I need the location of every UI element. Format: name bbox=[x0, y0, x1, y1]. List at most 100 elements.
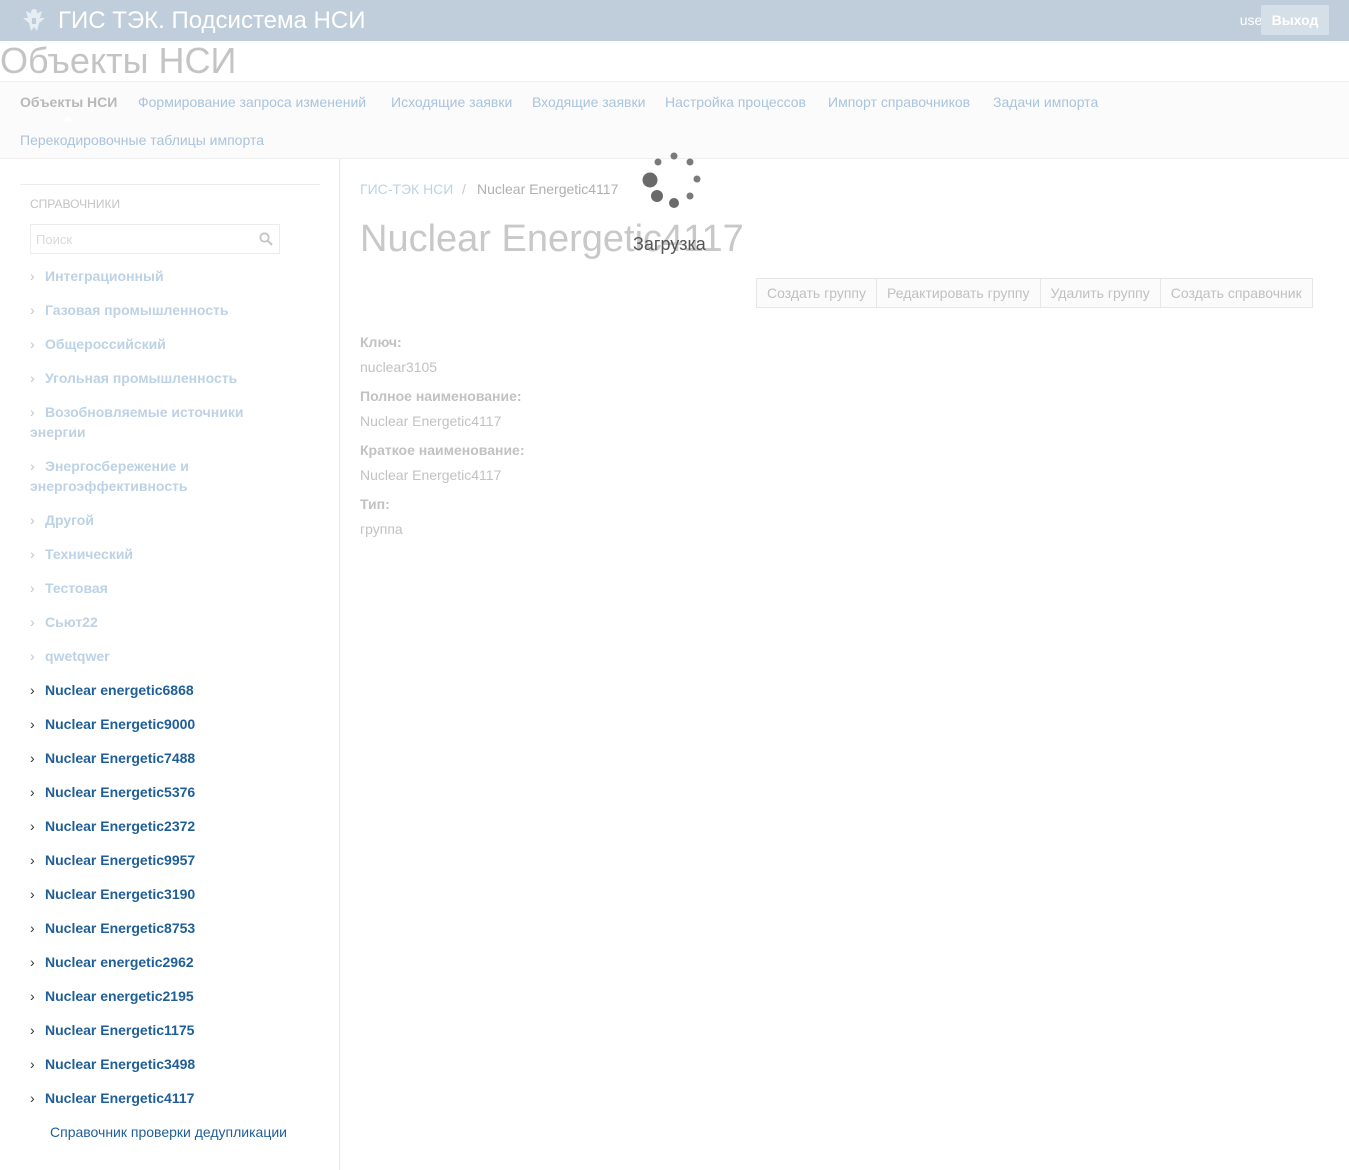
chevron-right-icon: › bbox=[30, 954, 35, 970]
chevron-right-icon: › bbox=[30, 546, 35, 562]
chevron-right-icon: › bbox=[30, 580, 35, 596]
tree-item-label: Общероссийский bbox=[45, 336, 166, 352]
tree-item[interactable]: › Nuclear energetic2962 bbox=[30, 952, 310, 972]
breadcrumb-current: Nuclear Energetic4117 bbox=[477, 181, 619, 197]
tree-item[interactable]: › Тестовая bbox=[30, 578, 310, 598]
nav-objects[interactable]: Объекты НСИ bbox=[20, 94, 117, 110]
tree-item-label: Nuclear Energetic3498 bbox=[45, 1056, 196, 1072]
chevron-right-icon: › bbox=[30, 818, 35, 834]
tree-item[interactable]: › Nuclear Energetic8753 bbox=[30, 918, 310, 938]
tree-item-label: Сьют22 bbox=[45, 614, 98, 630]
tree-item[interactable]: › Nuclear Energetic1175 bbox=[30, 1020, 310, 1040]
chevron-right-icon: › bbox=[30, 458, 35, 474]
chevron-right-icon: › bbox=[30, 784, 35, 800]
nav-import-dictionaries[interactable]: Импорт справочников bbox=[828, 94, 970, 110]
breadcrumb-separator: / bbox=[462, 181, 466, 197]
chevron-right-icon: › bbox=[30, 268, 35, 284]
search-box bbox=[30, 224, 280, 254]
app-title: ГИС ТЭК. Подсистема НСИ bbox=[58, 7, 366, 34]
spinner-icon bbox=[642, 152, 701, 208]
field-label-short-name: Краткое наименование: bbox=[360, 442, 525, 458]
tree-item[interactable]: › Nuclear energetic2195 bbox=[30, 986, 310, 1006]
field-label-full-name: Полное наименование: bbox=[360, 388, 522, 404]
chevron-right-icon: › bbox=[30, 302, 35, 318]
tree-item[interactable]: › Энергосбережение и энергоэффективность bbox=[30, 456, 230, 496]
tree-item[interactable]: › Сьют22 bbox=[30, 612, 310, 632]
nav-outgoing[interactable]: Исходящие заявки bbox=[391, 94, 512, 110]
field-value-type: группа bbox=[360, 521, 403, 537]
nav-change-request[interactable]: Формирование запроса изменений bbox=[138, 94, 366, 110]
tree-item[interactable]: › qwetqwer bbox=[30, 646, 310, 666]
chevron-right-icon: › bbox=[30, 1022, 35, 1038]
tree-item-label: Nuclear energetic6868 bbox=[45, 682, 194, 698]
sidebar-heading: СПРАВОЧНИКИ bbox=[30, 197, 121, 211]
chevron-right-icon: › bbox=[30, 370, 35, 386]
loading-text: Загрузка bbox=[633, 234, 706, 254]
tree-item[interactable]: › Общероссийский bbox=[30, 334, 310, 354]
chevron-right-icon: › bbox=[30, 716, 35, 732]
page-title: Объекты НСИ bbox=[0, 40, 237, 81]
tree-item-label: qwetqwer bbox=[45, 648, 110, 664]
main-nav: Объекты НСИ Формирование запроса изменен… bbox=[0, 81, 1349, 159]
tree-item-label: Nuclear Energetic7488 bbox=[45, 750, 196, 766]
tree-item[interactable]: › Газовая промышленность bbox=[30, 300, 310, 320]
tree-item-label: Газовая промышленность bbox=[45, 302, 229, 318]
logout-button[interactable]: Выход bbox=[1261, 5, 1329, 35]
chevron-right-icon: › bbox=[30, 336, 35, 352]
field-value-key: nuclear3105 bbox=[360, 359, 438, 375]
search-input[interactable] bbox=[31, 225, 279, 253]
chevron-right-icon: › bbox=[30, 648, 35, 664]
tree-item-label: Nuclear Energetic4117 bbox=[45, 1090, 195, 1106]
sidebar: СПРАВОЧНИКИ › Интеграционный › Газовая про… bbox=[0, 159, 340, 1170]
nav-recode-tables[interactable]: Перекодировочные таблицы импорта bbox=[20, 132, 264, 148]
tree-item-label: Nuclear Energetic8753 bbox=[45, 920, 196, 936]
tree-item[interactable]: › Другой bbox=[30, 510, 310, 530]
edit-group-button[interactable]: Редактировать группу bbox=[876, 278, 1041, 308]
tree-item-label: Nuclear Energetic5376 bbox=[45, 784, 196, 800]
tree-item[interactable]: › Угольная промышленность bbox=[30, 368, 310, 388]
top-bar: ГИС ТЭК. Подсистема НСИ user Выход bbox=[0, 0, 1349, 41]
tree-item[interactable]: › Nuclear Energetic9000 bbox=[30, 714, 310, 734]
field-value-short-name: Nuclear Energetic4117 bbox=[360, 467, 502, 483]
tree-item[interactable]: › Возобновляемые источники энергии bbox=[30, 402, 265, 442]
tree-item-label: Nuclear Energetic9957 bbox=[45, 852, 196, 868]
chevron-right-icon: › bbox=[30, 404, 35, 420]
tree-item-selected[interactable]: › Nuclear Energetic4117 bbox=[30, 1088, 310, 1108]
chevron-right-icon: › bbox=[30, 988, 35, 1004]
tree-item-label: Nuclear Energetic9000 bbox=[45, 716, 196, 732]
tree-item[interactable]: › Технический bbox=[30, 544, 310, 564]
tree-item-label: Другой bbox=[45, 512, 94, 528]
search-icon[interactable] bbox=[259, 232, 273, 246]
tree-item-label: Интеграционный bbox=[45, 268, 164, 284]
tree-item[interactable]: › Nuclear Energetic3498 bbox=[30, 1054, 310, 1074]
tree-item-label: Энергосбережение и энергоэффективность bbox=[30, 458, 189, 494]
tree-item[interactable]: › Nuclear Energetic5376 bbox=[30, 782, 310, 802]
delete-group-button[interactable]: Удалить группу bbox=[1039, 278, 1161, 308]
nav-import-tasks[interactable]: Задачи импорта bbox=[993, 94, 1098, 110]
create-group-button[interactable]: Создать группу bbox=[756, 278, 877, 308]
tree-item[interactable]: › Nuclear Energetic9957 bbox=[30, 850, 310, 870]
chevron-right-icon: › bbox=[30, 852, 35, 868]
tree-item-label: Технический bbox=[45, 546, 134, 562]
action-button-group: Создать группу Редактировать группу Удал… bbox=[756, 278, 1313, 308]
emblem-icon bbox=[23, 9, 45, 31]
tree-item[interactable]: › Интеграционный bbox=[30, 266, 310, 286]
nav-incoming[interactable]: Входящие заявки bbox=[532, 94, 645, 110]
nav-process-settings[interactable]: Настройка процессов bbox=[665, 94, 806, 110]
chevron-right-icon: › bbox=[30, 1090, 35, 1106]
tree-item-label: Тестовая bbox=[45, 580, 108, 596]
tree-leaf-link[interactable]: Справочник проверки дедупликации bbox=[50, 1124, 287, 1140]
chevron-right-icon: › bbox=[30, 512, 35, 528]
tree-item[interactable]: › Nuclear Energetic2372 bbox=[30, 816, 310, 836]
divider bbox=[20, 184, 320, 185]
tree-item[interactable]: › Nuclear Energetic7488 bbox=[30, 748, 310, 768]
tree-item[interactable]: › Nuclear Energetic3190 bbox=[30, 884, 310, 904]
breadcrumb-home-link[interactable]: ГИС-ТЭК НСИ bbox=[360, 181, 453, 197]
tree-item-label: Nuclear Energetic1175 bbox=[45, 1022, 195, 1038]
tree-item[interactable]: › Nuclear energetic6868 bbox=[30, 680, 310, 700]
create-dictionary-button[interactable]: Создать справочник bbox=[1159, 278, 1313, 308]
active-tab-caret bbox=[62, 116, 74, 122]
chevron-right-icon: › bbox=[30, 750, 35, 766]
tree-item-label: Nuclear Energetic2372 bbox=[45, 818, 196, 834]
tree-item-label: Nuclear energetic2962 bbox=[45, 954, 194, 970]
